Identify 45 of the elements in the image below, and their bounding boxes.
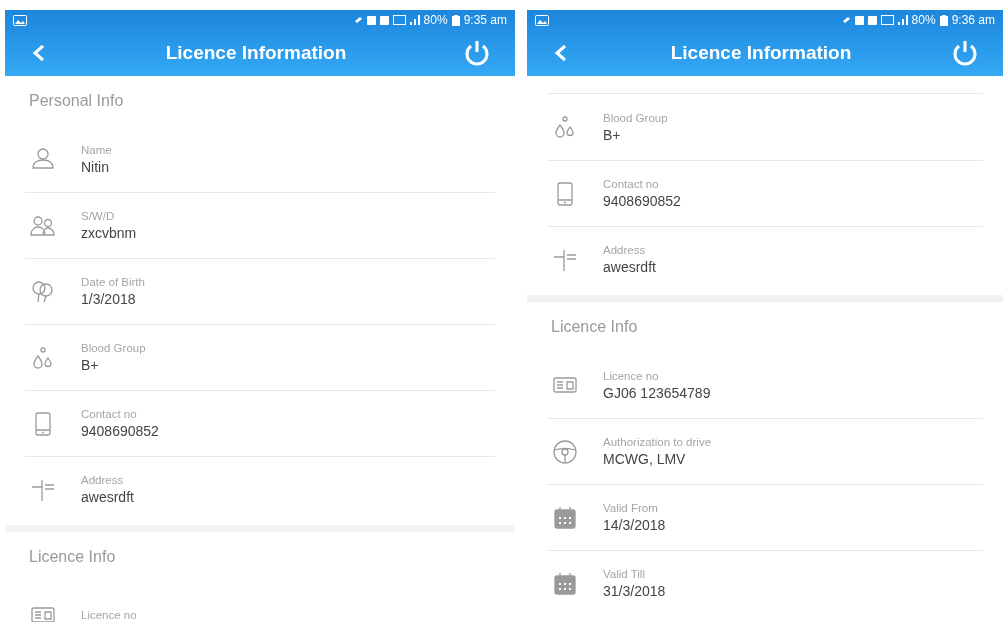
field-label: S/W/D [81, 209, 116, 224]
field-value: awesrdft [81, 488, 134, 506]
image-notification-icon [13, 14, 27, 26]
image-notification-icon [535, 14, 549, 26]
screen-title: Licence Information [165, 40, 347, 65]
section-heading: Licence Info [551, 317, 638, 337]
section-heading: Licence Info [29, 547, 116, 567]
section-heading: Personal Info [29, 91, 124, 111]
screen-title: Licence Information [670, 40, 852, 65]
field-value: B+ [81, 356, 100, 374]
steering-wheel-icon [551, 437, 579, 466]
status-time: 9:36 am [951, 12, 995, 29]
field-value: 14/3/2018 [603, 516, 666, 534]
field-label: Contact no [603, 177, 660, 192]
field-label: Address [603, 243, 647, 258]
field-label: Address [81, 473, 125, 488]
field-value: 9408690852 [81, 422, 159, 440]
back-chevron-icon [554, 44, 568, 62]
field-label: Name [81, 142, 112, 158]
field-label: Date of Birth [81, 275, 145, 290]
field-value: zxcvbnm [81, 224, 137, 242]
field-value: Nitin [81, 157, 110, 176]
battery-icon [451, 14, 460, 26]
field-label: Contact no [81, 407, 138, 422]
field-label: Blood Group [603, 110, 668, 126]
field-value: 31/3/2018 [603, 582, 666, 600]
signal-icon [409, 15, 420, 25]
field-value: GJ06 123654789 [603, 383, 711, 402]
battery-percentage: 80% [911, 12, 936, 29]
back-chevron-icon [32, 44, 46, 62]
field-label: Authorization to drive [603, 435, 712, 450]
signal-icon [897, 15, 908, 25]
field-label: Blood Group [81, 341, 146, 356]
field-value: 1/3/2018 [81, 290, 137, 308]
field-value: MCWG, LMV [603, 450, 687, 468]
battery-icon [939, 14, 948, 26]
field-label: Valid From [603, 501, 659, 516]
field-value: awesrdft [603, 258, 656, 276]
field-label: Licence no [81, 607, 137, 622]
field-value: 9408690852 [603, 192, 681, 210]
field-value: B+ [603, 125, 622, 144]
status-time: 9:35 am [463, 12, 507, 29]
battery-percentage: 80% [423, 12, 448, 29]
field-label: Licence no [603, 368, 660, 384]
field-label: Valid Till [603, 567, 646, 582]
